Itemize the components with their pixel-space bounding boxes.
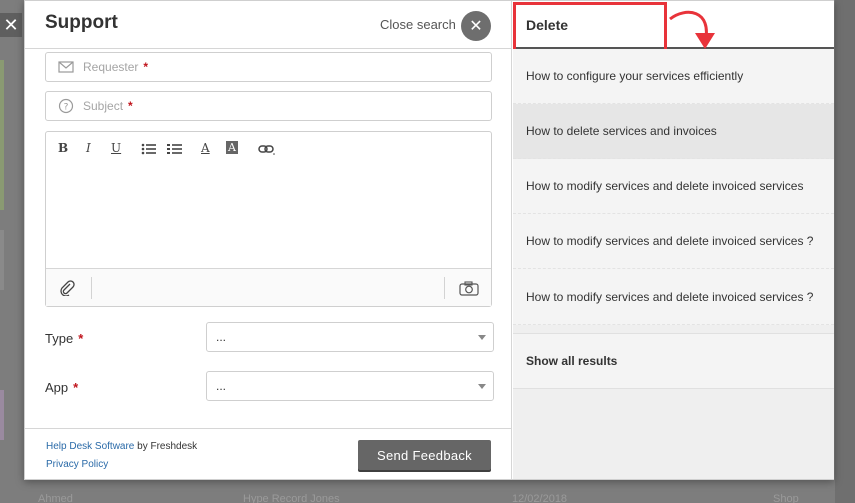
backdrop-text: Hype Record Jones (243, 493, 340, 503)
form-header: Support Close search ✕ (25, 1, 512, 49)
font-color-button[interactable]: A (201, 141, 210, 155)
page-title: Support (45, 12, 118, 33)
backdrop-text: Shop (773, 493, 799, 503)
type-label: Type * (45, 331, 84, 346)
close-search-link[interactable]: Close search (380, 17, 456, 32)
paperclip-icon[interactable] (59, 280, 75, 296)
close-search-icon[interactable]: ✕ (461, 11, 491, 41)
helpdesk-credit: Help Desk Software by Freshdesk (46, 441, 198, 452)
chevron-down-icon (478, 335, 486, 340)
background-color-button[interactable]: A (226, 141, 238, 154)
search-result[interactable]: How to configure your services efficient… (513, 49, 834, 104)
search-result[interactable]: How to modify services and delete invoic… (513, 214, 834, 269)
search-results-panel: Delete How to configure your services ef… (513, 1, 834, 479)
backdrop-strip (0, 230, 4, 290)
send-feedback-button[interactable]: Send Feedback (358, 440, 491, 470)
description-editor[interactable]: B I U A A (45, 131, 492, 307)
underline-button[interactable]: U (111, 141, 121, 155)
type-select-value: ... (216, 330, 227, 344)
show-all-results-button[interactable]: Show all results (513, 333, 834, 389)
backdrop-strip (0, 390, 4, 440)
overlay-close-icon[interactable]: ✕ (0, 13, 22, 37)
question-icon: ? (58, 98, 74, 114)
envelope-icon (58, 61, 74, 73)
divider (444, 277, 445, 299)
italic-button[interactable]: I (86, 141, 91, 155)
camera-icon[interactable] (459, 281, 479, 296)
editor-toolbar: B I U A A (46, 132, 491, 166)
arrow-annotation-icon (669, 10, 715, 49)
search-result[interactable]: How to modify services and delete invoic… (513, 269, 834, 325)
backdrop-right (835, 0, 855, 503)
bullet-list-icon[interactable] (141, 143, 157, 155)
backdrop-strip (0, 60, 4, 210)
subject-field[interactable]: ? Subject * (45, 91, 492, 121)
form-footer: Help Desk Software by Freshdesk Privacy … (25, 428, 512, 480)
backdrop-text: Ahmed (38, 493, 73, 503)
ticket-form: Support Close search ✕ Requester * ? Subj… (25, 1, 512, 479)
search-result[interactable]: How to delete services and invoices (513, 104, 834, 159)
svg-text:?: ? (64, 103, 69, 113)
editor-footer (46, 268, 491, 306)
privacy-policy-link[interactable]: Privacy Policy (46, 459, 108, 470)
requester-placeholder: Requester * (83, 60, 149, 74)
bold-button[interactable]: B (58, 141, 68, 155)
divider (91, 277, 92, 299)
helpdesk-link[interactable]: Help Desk Software (46, 441, 134, 452)
app-select[interactable]: ... (206, 371, 494, 401)
search-result[interactable]: How to modify services and delete invoic… (513, 159, 834, 214)
support-modal: Support Close search ✕ Requester * ? Subj… (24, 0, 834, 480)
link-icon[interactable] (258, 143, 276, 155)
numbered-list-icon[interactable] (167, 143, 183, 155)
app-label: App * (45, 380, 79, 395)
chevron-down-icon (478, 384, 486, 389)
highlight-box (513, 2, 667, 53)
requester-field[interactable]: Requester * (45, 52, 492, 82)
app-select-value: ... (216, 379, 227, 393)
subject-placeholder: Subject * (83, 99, 133, 113)
backdrop-text: 12/02/2018 (512, 493, 568, 503)
type-select[interactable]: ... (206, 322, 494, 352)
